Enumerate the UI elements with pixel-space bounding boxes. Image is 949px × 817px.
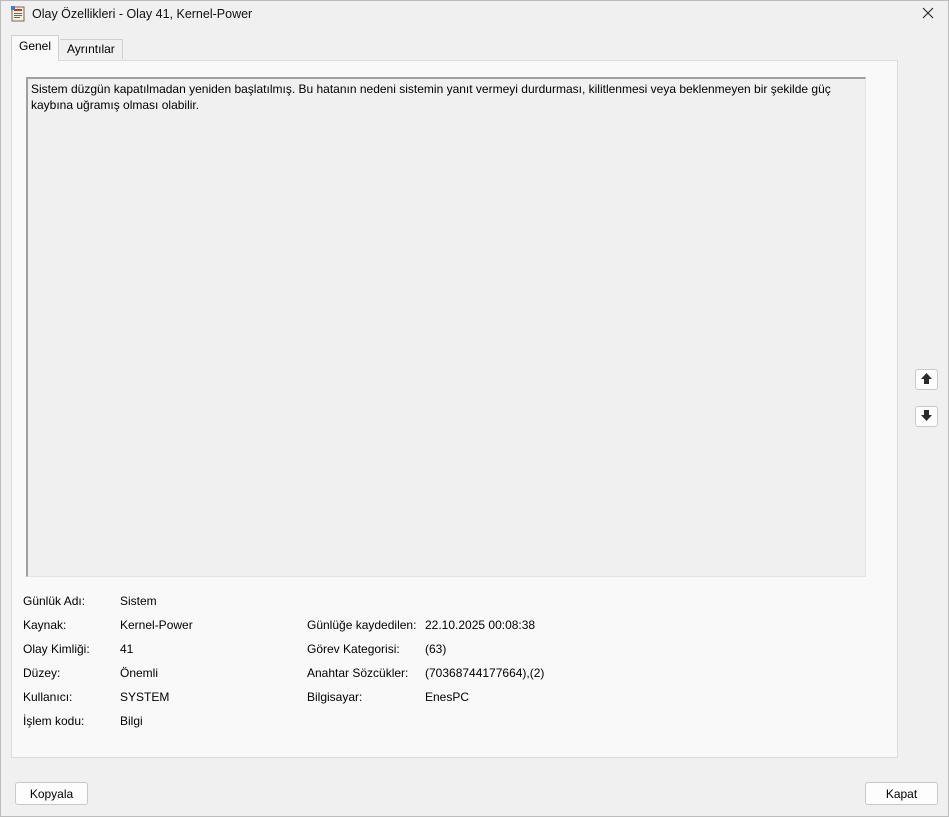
tab-genel[interactable]: Genel: [11, 35, 60, 61]
field-value-level: Önemli: [120, 666, 159, 680]
arrow-up-icon: [920, 372, 933, 388]
field-label-keywords: Anahtar Sözcükler:: [307, 666, 409, 680]
event-description-box[interactable]: Sistem düzgün kapatılmadan yeniden başla…: [26, 77, 866, 577]
close-button[interactable]: Kapat: [865, 782, 938, 805]
field-value-event-id: 41: [120, 642, 134, 656]
event-properties-window: Olay Özellikleri - Olay 41, Kernel-Power…: [0, 0, 949, 817]
field-label-computer: Bilgisayar:: [307, 690, 363, 704]
field-value-log-name: Sistem: [120, 594, 157, 608]
field-label-task-category: Görev Kategorisi:: [307, 642, 400, 656]
field-value-logged: 22.10.2025 00:08:38: [425, 618, 536, 632]
field-label-user: Kullanıcı:: [23, 690, 73, 704]
field-value-user: SYSTEM: [120, 690, 170, 704]
next-event-button[interactable]: [915, 406, 938, 427]
close-window-button[interactable]: [908, 1, 948, 27]
field-label-source: Kaynak:: [23, 618, 67, 632]
field-value-source: Kernel-Power: [120, 618, 193, 632]
tab-ayrintilar[interactable]: Ayrıntılar: [60, 39, 123, 59]
field-label-logged: Günlüğe kaydedilen:: [307, 618, 417, 632]
field-value-computer: EnesPC: [425, 690, 470, 704]
window-title: Olay Özellikleri - Olay 41, Kernel-Power: [32, 7, 253, 21]
copy-button[interactable]: Kopyala: [15, 782, 88, 805]
close-icon: [922, 7, 934, 22]
tab-panel-genel: Sistem düzgün kapatılmadan yeniden başla…: [11, 60, 898, 758]
field-label-log-name: Günlük Adı:: [23, 594, 86, 608]
field-value-opcode: Bilgi: [120, 714, 143, 728]
field-label-level: Düzey:: [23, 666, 61, 680]
field-label-opcode: İşlem kodu:: [23, 714, 85, 728]
event-properties-icon: [11, 6, 26, 22]
title-bar: Olay Özellikleri - Olay 41, Kernel-Power: [1, 1, 948, 27]
field-value-task-category: (63): [425, 642, 447, 656]
field-label-event-id: Olay Kimliği:: [23, 642, 90, 656]
arrow-down-icon: [920, 409, 933, 425]
field-value-keywords: (70368744177664),(2): [425, 666, 545, 680]
previous-event-button[interactable]: [915, 369, 938, 390]
